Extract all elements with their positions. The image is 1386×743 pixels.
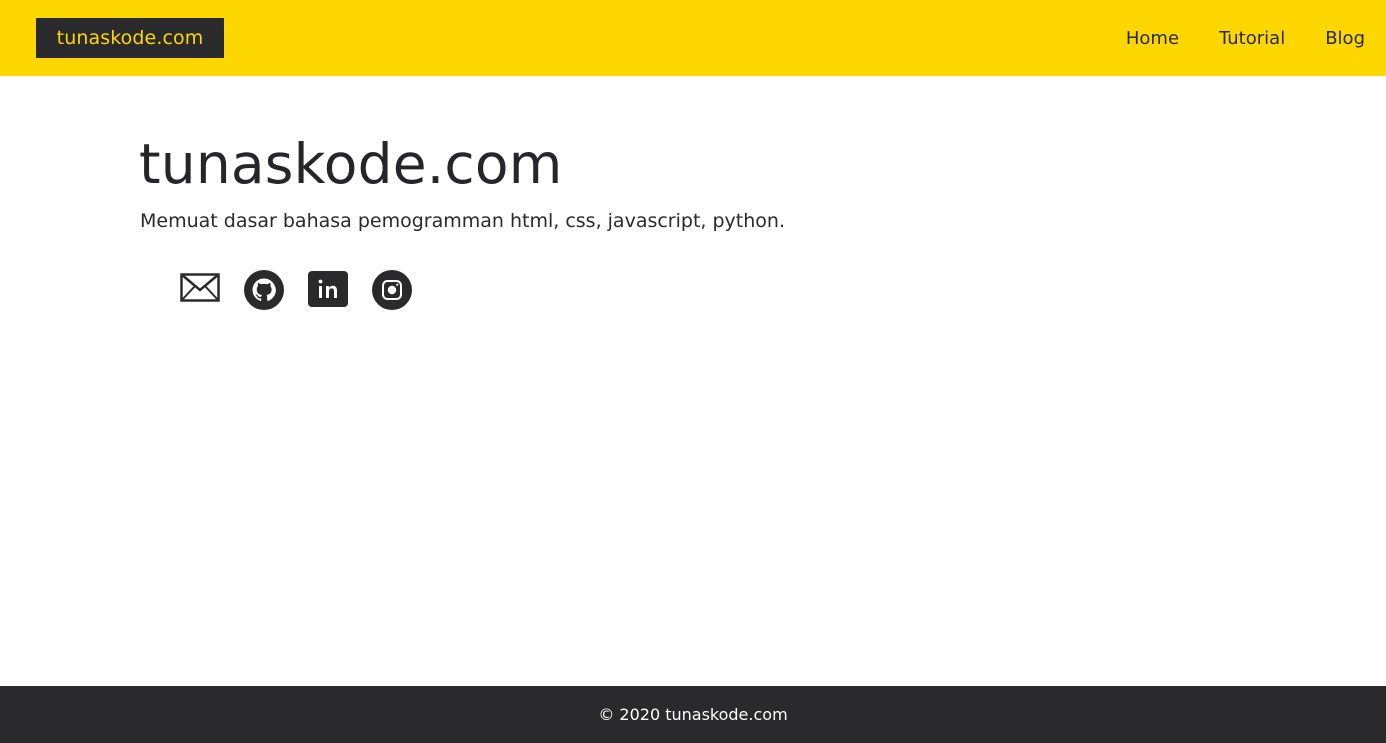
brand-logo-link[interactable]: tunaskode.com bbox=[36, 18, 224, 58]
github-icon bbox=[244, 270, 284, 310]
site-footer: © 2020 tunaskode.com bbox=[0, 686, 1386, 743]
mail-icon bbox=[180, 273, 220, 302]
main-nav: Home Tutorial Blog bbox=[1086, 0, 1365, 76]
nav-blog-link[interactable]: Blog bbox=[1325, 28, 1365, 49]
linkedin-link[interactable] bbox=[308, 270, 348, 310]
site-header: tunaskode.com Home Tutorial Blog bbox=[0, 0, 1386, 76]
nav-tutorial-link[interactable]: Tutorial bbox=[1219, 28, 1285, 49]
github-link[interactable] bbox=[244, 270, 284, 310]
footer-copyright: © 2020 tunaskode.com bbox=[598, 705, 788, 724]
hero-title: tunaskode.com bbox=[139, 132, 563, 196]
nav-home-link[interactable]: Home bbox=[1126, 28, 1179, 49]
linkedin-icon bbox=[308, 271, 348, 307]
page: tunaskode.com Home Tutorial Blog tunasko… bbox=[0, 0, 1386, 743]
instagram-link[interactable] bbox=[372, 270, 412, 310]
mail-link[interactable] bbox=[180, 270, 220, 310]
hero-subtitle: Memuat dasar bahasa pemogramman html, cs… bbox=[140, 210, 785, 232]
instagram-icon bbox=[372, 270, 412, 310]
